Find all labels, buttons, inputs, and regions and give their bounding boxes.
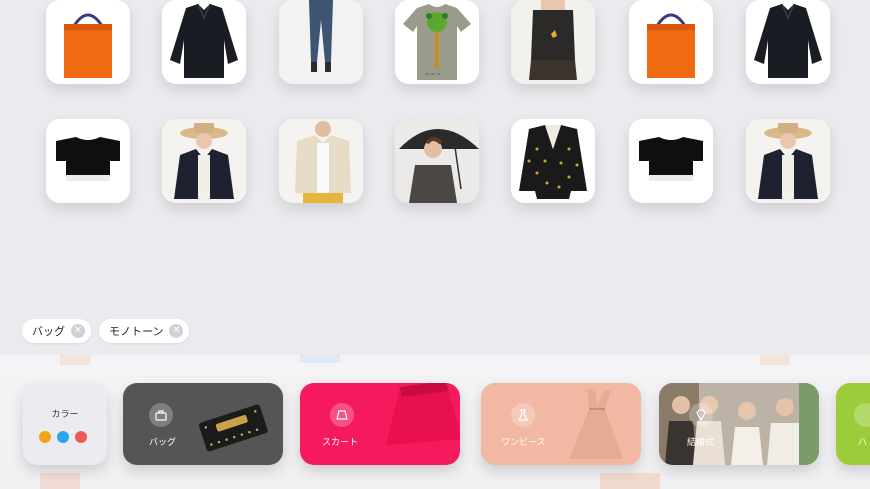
category-card-bag[interactable]: バッグ <box>123 383 283 465</box>
category-label: 結婚式 <box>687 438 715 448</box>
product-tile-lace-top[interactable] <box>511 0 595 84</box>
filter-chip-label: モノトーン <box>109 325 164 338</box>
color-filter-card[interactable]: カラー <box>23 383 107 465</box>
category-card-partial[interactable]: ハ <box>836 383 870 465</box>
product-tile-beige-jacket[interactable] <box>279 119 363 203</box>
product-tile-dotted-cardigan[interactable] <box>511 119 595 203</box>
blue-dot <box>57 431 69 443</box>
product-tile-orange-tote[interactable] <box>46 0 130 84</box>
filter-chip-monotone[interactable]: モノトーン ✕ <box>99 319 190 343</box>
product-grid: ~ ~ ~ <box>0 0 870 355</box>
category-card-wedding[interactable]: 結婚式 <box>659 383 819 465</box>
studded-clutch-image <box>199 404 268 452</box>
dotted-cardigan-image <box>511 119 595 203</box>
category-label: ハ <box>858 438 868 448</box>
black-shirt-image <box>746 0 830 84</box>
orange-tote-image <box>629 0 713 84</box>
filter-chip-bag[interactable]: バッグ ✕ <box>22 319 91 343</box>
black-shirt-image <box>162 0 246 84</box>
product-tile-cropped-tee[interactable] <box>46 119 130 203</box>
product-tile-hat-cardigan[interactable] <box>162 119 246 203</box>
orange-tote-image <box>46 0 130 84</box>
tree-tshirt-image: ~ ~ ~ <box>395 0 479 84</box>
bag-icon <box>149 403 173 427</box>
product-tile-tree-tshirt[interactable]: ~ ~ ~ <box>395 0 479 84</box>
product-tile-cropped-tee-2[interactable] <box>629 119 713 203</box>
category-card-dress[interactable]: ワンピース <box>481 383 641 465</box>
remove-chip-icon[interactable]: ✕ <box>71 324 85 338</box>
product-tile-orange-tote-2[interactable] <box>629 0 713 84</box>
category-label: ワンピース <box>501 438 546 448</box>
dress-icon <box>511 403 535 427</box>
category-card-skirt[interactable]: スカート <box>300 383 460 465</box>
hat-cardigan-image <box>746 119 830 203</box>
wedding-photo-image <box>659 383 819 465</box>
product-tile-hat-cardigan-2[interactable] <box>746 119 830 203</box>
lace-top-image <box>511 0 595 84</box>
color-dots <box>39 431 87 443</box>
dress-image <box>569 389 623 459</box>
hat-cardigan-image <box>162 119 246 203</box>
pink-skirt-image <box>386 383 460 445</box>
product-tile-black-shirt-2[interactable] <box>746 0 830 84</box>
filter-chip-row: バッグ ✕ モノトーン ✕ <box>22 319 190 343</box>
product-tile-umbrella[interactable] <box>395 119 479 203</box>
beige-jacket-image <box>279 119 363 203</box>
product-tile-jeans[interactable] <box>279 0 363 84</box>
color-card-label: カラー <box>51 410 79 420</box>
product-tile-black-shirt[interactable] <box>162 0 246 84</box>
partial-icon <box>854 403 870 427</box>
cropped-tee-image <box>46 119 130 203</box>
cropped-tee-image <box>629 119 713 203</box>
red-dot <box>75 431 87 443</box>
filter-chip-label: バッグ <box>32 325 65 338</box>
category-label: バッグ <box>149 438 177 448</box>
category-rail: カラー バッグ スカート ワンピース 結婚式 ハ <box>0 355 870 489</box>
jeans-image <box>279 0 363 84</box>
skirt-icon <box>330 403 354 427</box>
svg-text:~ ~ ~: ~ ~ ~ <box>425 72 441 78</box>
remove-chip-icon[interactable]: ✕ <box>169 324 184 338</box>
category-label: スカート <box>322 438 359 448</box>
umbrella-woman-image <box>395 119 479 203</box>
orange-dot <box>39 431 51 443</box>
diamond-icon <box>689 403 713 427</box>
